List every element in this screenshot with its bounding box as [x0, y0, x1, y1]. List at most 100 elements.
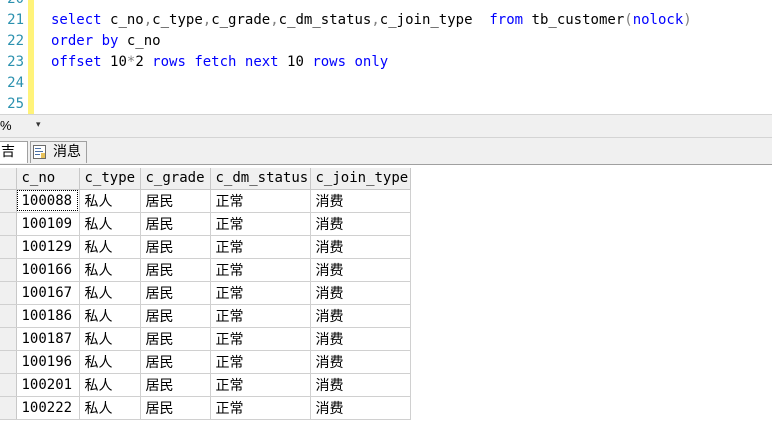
grid-cell[interactable]: 100167	[16, 281, 80, 305]
code-line[interactable]: select c_no,c_type,c_grade,c_dm_status,c…	[51, 10, 692, 31]
results-pane: c_no c_type c_grade c_dm_status c_join_type …	[0, 164, 772, 432]
line-number: 23	[7, 54, 24, 70]
table-row[interactable]: 100088 私人 居民 正常 消费	[0, 189, 411, 213]
column-header[interactable]: c_grade	[140, 168, 211, 190]
tab-messages-label: 消息	[53, 144, 81, 160]
grid-cell[interactable]: 私人	[79, 373, 141, 397]
grid-cell[interactable]: 居民	[140, 258, 211, 282]
grid-cell[interactable]: 100109	[16, 212, 80, 236]
grid-cell[interactable]: 居民	[140, 189, 211, 213]
line-number: 22	[7, 33, 24, 49]
row-header[interactable]	[0, 281, 17, 305]
row-header[interactable]	[0, 258, 17, 282]
grid-cell[interactable]: 私人	[79, 304, 141, 328]
editor-status-strip: % ▾	[0, 114, 772, 138]
results-tab-strip: 吉果 消息	[0, 138, 772, 180]
grid-cell[interactable]: 正常	[210, 304, 311, 328]
grid-cell[interactable]: 居民	[140, 304, 211, 328]
grid-cell[interactable]: 消费	[310, 258, 411, 282]
zoom-level[interactable]: %	[0, 118, 12, 133]
grid-cell[interactable]: 消费	[310, 281, 411, 305]
grid-cell[interactable]: 正常	[210, 189, 311, 213]
line-number: 25	[7, 96, 24, 112]
grid-cell[interactable]: 正常	[210, 350, 311, 374]
table-row[interactable]: 100196 私人 居民 正常 消费	[0, 350, 411, 374]
grid-cell[interactable]: 正常	[210, 373, 311, 397]
row-header[interactable]	[0, 350, 17, 374]
grid-cell[interactable]: 私人	[79, 350, 141, 374]
grid-cell[interactable]: 消费	[310, 235, 411, 259]
grid-cell[interactable]: 私人	[79, 212, 141, 236]
grid-cell[interactable]: 居民	[140, 212, 211, 236]
grid-cell[interactable]: 正常	[210, 212, 311, 236]
row-header[interactable]	[0, 212, 17, 236]
row-header[interactable]	[0, 327, 17, 351]
row-header[interactable]	[0, 235, 17, 259]
grid-cell[interactable]: 消费	[310, 212, 411, 236]
code-token: c_grade	[211, 12, 271, 28]
grid-cell[interactable]: 100187	[16, 327, 80, 351]
table-row[interactable]: 100187 私人 居民 正常 消费	[0, 327, 411, 351]
grid-cell[interactable]: 正常	[210, 281, 311, 305]
grid-cell[interactable]: 消费	[310, 396, 411, 420]
code-line[interactable]: order by c_no	[51, 31, 161, 52]
code-line[interactable]: offset 10*2 rows fetch next 10 rows only	[51, 52, 388, 73]
query-editor[interactable]: 202122232425 select c_no,c_type,c_grade,…	[0, 0, 772, 114]
grid-cell[interactable]: 100166	[16, 258, 80, 282]
grid-cell[interactable]: 正常	[210, 327, 311, 351]
grid-cell[interactable]: 消费	[310, 304, 411, 328]
grid-cell[interactable]: 私人	[79, 396, 141, 420]
grid-cell[interactable]: 消费	[310, 189, 411, 213]
messages-icon	[33, 145, 46, 159]
table-row[interactable]: 100186 私人 居民 正常 消费	[0, 304, 411, 328]
row-header[interactable]	[0, 189, 17, 213]
grid-cell[interactable]: 100186	[16, 304, 80, 328]
grid-cell[interactable]: 私人	[79, 281, 141, 305]
grid-cell[interactable]: 100129	[16, 235, 80, 259]
column-header[interactable]: c_type	[79, 168, 141, 190]
grid-cell[interactable]: 正常	[210, 396, 311, 420]
table-row[interactable]: 100129 私人 居民 正常 消费	[0, 235, 411, 259]
grid-cell[interactable]: 消费	[310, 350, 411, 374]
grid-cell[interactable]: 居民	[140, 281, 211, 305]
zoom-dropdown-icon[interactable]: ▾	[36, 120, 41, 130]
grid-cell[interactable]: 100222	[16, 396, 80, 420]
grid-cell[interactable]: 消费	[310, 373, 411, 397]
select-all-corner[interactable]	[0, 168, 17, 190]
grid-cell[interactable]: 私人	[79, 189, 141, 213]
table-row[interactable]: 100166 私人 居民 正常 消费	[0, 258, 411, 282]
table-row[interactable]: 100167 私人 居民 正常 消费	[0, 281, 411, 305]
grid-cell[interactable]: 正常	[210, 235, 311, 259]
grid-cell[interactable]: 私人	[79, 327, 141, 351]
grid-cell[interactable]: 私人	[79, 258, 141, 282]
grid-cell[interactable]: 消费	[310, 327, 411, 351]
grid-cell[interactable]: 私人	[79, 235, 141, 259]
row-header[interactable]	[0, 304, 17, 328]
grid-cell[interactable]: 居民	[140, 350, 211, 374]
grid-cell[interactable]: 100088	[16, 189, 80, 213]
code-token: rows fetch next	[152, 54, 288, 70]
code-token: 2	[135, 54, 153, 70]
grid-cell[interactable]: 居民	[140, 327, 211, 351]
column-header[interactable]: c_dm_status	[210, 168, 311, 190]
table-row[interactable]: 100109 私人 居民 正常 消费	[0, 212, 411, 236]
grid-cell[interactable]: 居民	[140, 373, 211, 397]
code-token: from	[489, 12, 532, 28]
grid-cell[interactable]: 居民	[140, 396, 211, 420]
table-row[interactable]: 100201 私人 居民 正常 消费	[0, 373, 411, 397]
tab-messages[interactable]: 消息	[30, 141, 87, 163]
grid-cell[interactable]: 居民	[140, 235, 211, 259]
grid-cell[interactable]: 100201	[16, 373, 80, 397]
grid-cell[interactable]: 100196	[16, 350, 80, 374]
column-header[interactable]: c_no	[16, 168, 80, 190]
tab-results[interactable]: 吉果	[0, 141, 28, 180]
change-tracking-bar	[28, 0, 34, 114]
table-row[interactable]: 100222 私人 居民 正常 消费	[0, 396, 411, 420]
row-header[interactable]	[0, 373, 17, 397]
row-header[interactable]	[0, 396, 17, 420]
code-token: c_no	[126, 33, 161, 49]
code-token: c_type	[152, 12, 203, 28]
column-header[interactable]: c_join_type	[310, 168, 411, 190]
grid-cell[interactable]: 正常	[210, 258, 311, 282]
results-grid[interactable]: c_no c_type c_grade c_dm_status c_join_type …	[0, 168, 411, 420]
